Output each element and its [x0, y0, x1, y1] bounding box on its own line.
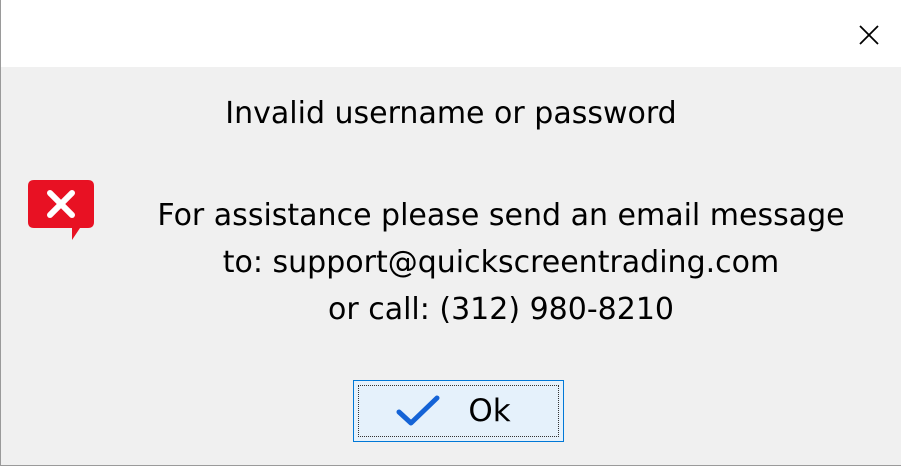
message-line: to: support@quickscreentrading.com [222, 245, 780, 280]
message-line: For assistance please send an email mess… [157, 198, 845, 233]
message-line: or call: (312) 980-8210 [327, 292, 675, 327]
close-icon [859, 25, 879, 45]
error-dialog: Invalid username or password For assista… [0, 0, 901, 466]
ok-button[interactable]: Ok [353, 380, 564, 442]
dialog-message: For assistance please send an email mess… [111, 192, 891, 333]
checkmark-icon [396, 395, 440, 426]
ok-button-label: Ok [468, 393, 511, 429]
close-button[interactable] [837, 10, 901, 60]
dialog-heading: Invalid username or password [225, 96, 677, 131]
title-bar [1, 0, 901, 67]
error-icon [28, 180, 94, 240]
